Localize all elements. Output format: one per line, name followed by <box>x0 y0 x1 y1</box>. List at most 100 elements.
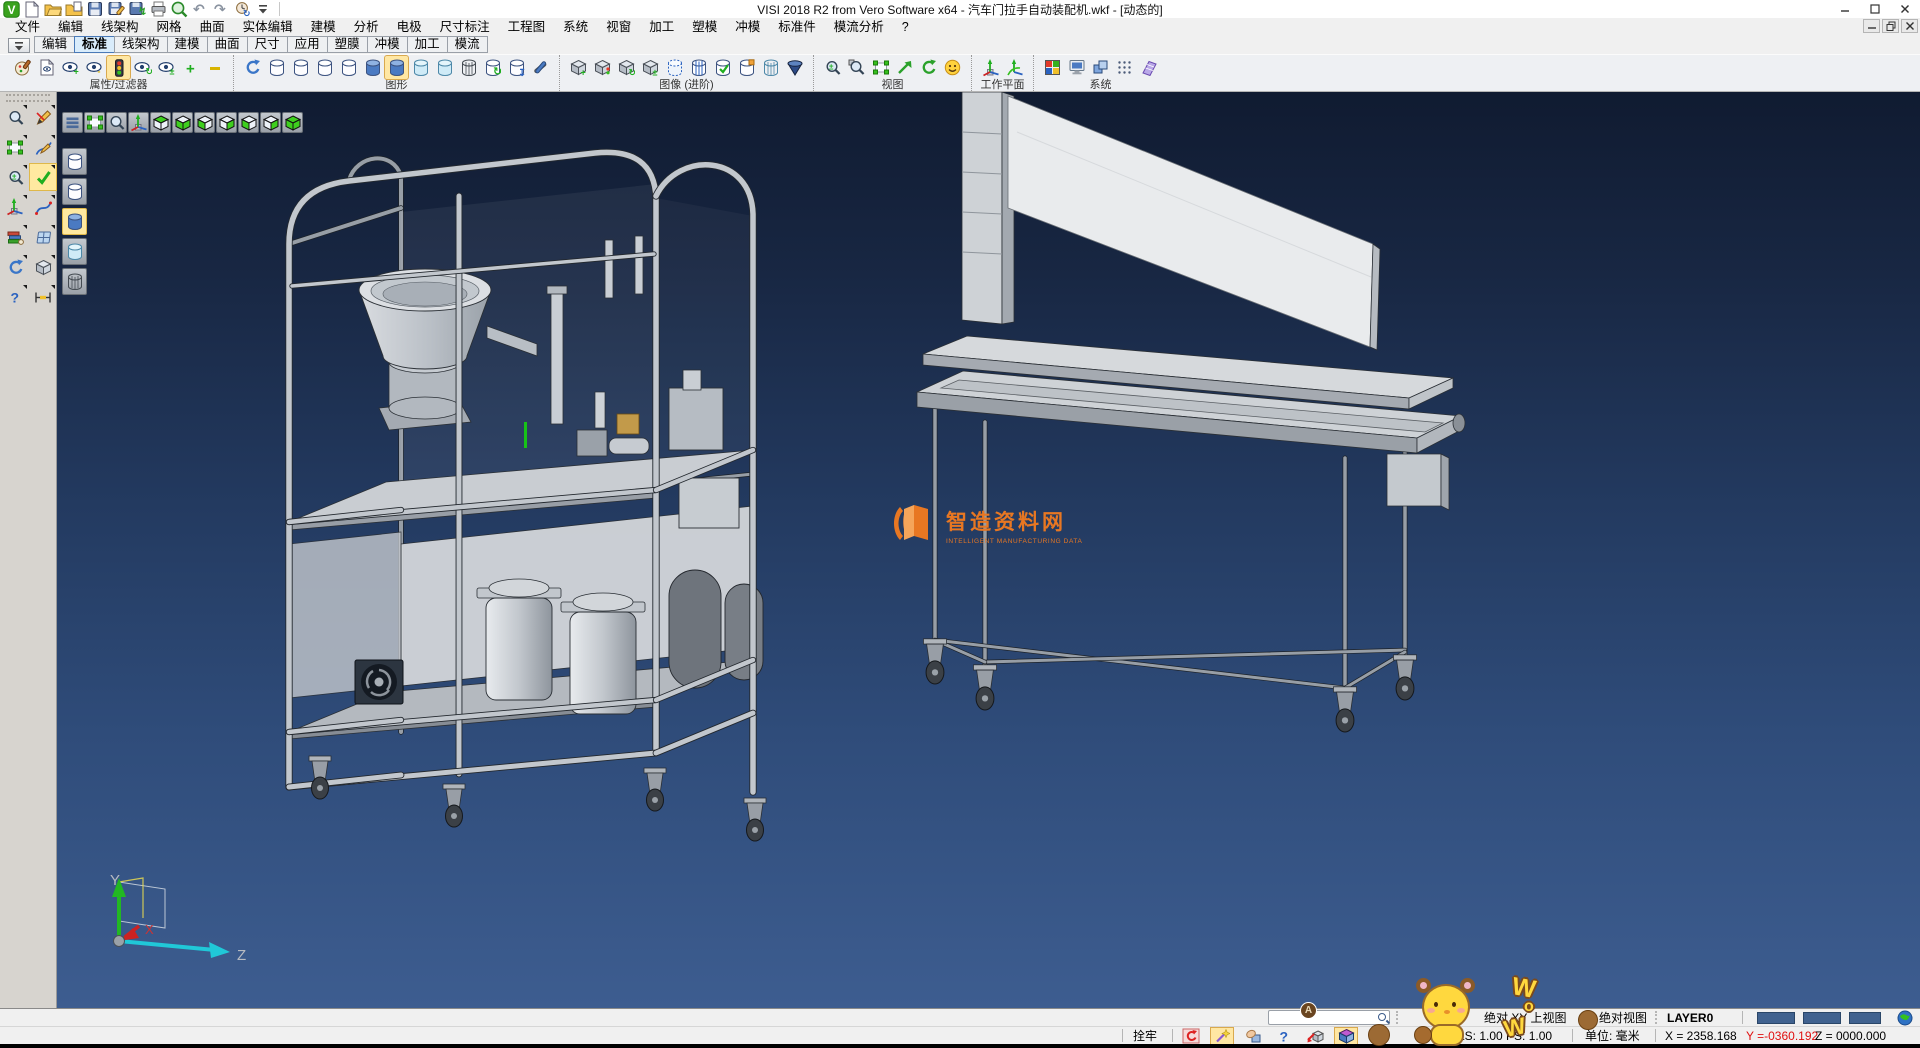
pan-arrow-icon[interactable] <box>893 56 916 79</box>
invert-visibility-icon[interactable]: ± <box>155 56 178 79</box>
menu-item[interactable]: ? <box>893 18 918 36</box>
render-filter-icon[interactable] <box>591 56 614 79</box>
toggle-render-icon[interactable]: ± <box>639 56 662 79</box>
validate-solid-icon[interactable] <box>711 56 734 79</box>
view-menu-icon[interactable] <box>62 112 83 133</box>
dynamic-zoom-icon[interactable] <box>106 112 127 133</box>
toolbar-tab-曲面[interactable]: 曲面 <box>207 36 248 53</box>
erase-icon[interactable] <box>30 104 56 130</box>
shaded-cube-icon[interactable] <box>1335 1028 1357 1044</box>
striped-view-icon[interactable] <box>687 56 710 79</box>
search-input[interactable] <box>1268 1010 1390 1025</box>
toolbar-tab-模流[interactable]: 模流 <box>447 36 488 53</box>
menu-item[interactable]: 分析 <box>345 18 388 36</box>
toolbar-tab-尺寸[interactable]: 尺寸 <box>247 36 288 53</box>
transparent-edges-view-icon[interactable] <box>433 56 456 79</box>
shaded-cube-icon[interactable] <box>30 254 56 280</box>
transparent-display-icon[interactable] <box>62 268 87 295</box>
view-right-icon[interactable] <box>216 112 237 133</box>
menu-item[interactable]: 系统 <box>554 18 597 36</box>
hidden-line-view-icon[interactable] <box>289 56 312 79</box>
toolbar-tab-建模[interactable]: 建模 <box>167 36 208 53</box>
wireframe-display-icon[interactable] <box>62 148 87 175</box>
toolbar-tab-线架构[interactable]: 线架构 <box>114 36 168 53</box>
menu-item[interactable]: 视窗 <box>597 18 640 36</box>
globe-icon[interactable] <box>1894 1010 1916 1026</box>
rotate-view-icon[interactable] <box>917 56 940 79</box>
context-help-icon[interactable]: ? <box>2 284 28 310</box>
assembly-cubes-icon[interactable] <box>1089 56 1112 79</box>
show-all-icon[interactable]: + <box>179 56 202 79</box>
attributes-page-icon[interactable] <box>35 56 58 79</box>
view-ref-label[interactable]: 绝对视图 <box>1599 1011 1647 1025</box>
color-swatch[interactable] <box>1757 1012 1795 1024</box>
import-solid-icon[interactable]: ↧ <box>505 56 528 79</box>
wireframe-image-icon[interactable] <box>759 56 782 79</box>
magic-wand-icon[interactable] <box>1211 1028 1233 1044</box>
workplane-edit-icon[interactable] <box>1003 56 1026 79</box>
dynamic-zoom-icon[interactable] <box>2 104 28 130</box>
arrow-cube-icon[interactable] <box>1304 1028 1326 1044</box>
regenerate-icon[interactable] <box>2 254 28 280</box>
regen-graphics-icon[interactable] <box>241 56 264 79</box>
layer-indicator[interactable]: LAYER0 <box>1667 1011 1713 1025</box>
zoom-inout-icon[interactable]: ± <box>821 56 844 79</box>
confirm-check-icon[interactable] <box>30 164 56 190</box>
ucs-axes-icon[interactable] <box>128 112 149 133</box>
hide-all-icon[interactable] <box>203 56 226 79</box>
sketch-pencil-icon[interactable] <box>30 134 56 160</box>
view-bottom-icon[interactable] <box>172 112 193 133</box>
add-render-icon[interactable]: + <box>567 56 590 79</box>
layer-plane-icon[interactable] <box>1137 56 1160 79</box>
lock-toggle[interactable]: 拴牢 <box>1133 1029 1157 1043</box>
transparent-view-icon[interactable] <box>409 56 432 79</box>
menu-item[interactable]: 实体编辑 <box>234 18 302 36</box>
mdi-restore-button[interactable] <box>1882 19 1899 33</box>
glove-icon[interactable] <box>1366 1028 1388 1044</box>
copy-image-icon[interactable] <box>735 56 758 79</box>
show-entities-icon[interactable]: + <box>59 56 82 79</box>
menu-item[interactable]: 电极 <box>388 18 431 36</box>
attributes-paint-icon[interactable] <box>11 56 34 79</box>
maximize-button[interactable] <box>1860 0 1890 18</box>
refresh-render-icon[interactable]: ↻ <box>615 56 638 79</box>
menu-item[interactable]: 工程图 <box>499 18 555 36</box>
menu-item[interactable]: 塑模 <box>683 18 726 36</box>
move-origin-icon[interactable] <box>2 194 28 220</box>
snap-grid-icon[interactable] <box>1113 56 1136 79</box>
toolbar-tab-冲模[interactable]: 冲模 <box>367 36 408 53</box>
hidden-dashed-view-icon[interactable] <box>313 56 336 79</box>
mesh-view-icon[interactable] <box>457 56 480 79</box>
sidebar-grip[interactable] <box>6 94 50 102</box>
toolbar-tab-加工[interactable]: 加工 <box>407 36 448 53</box>
menu-item[interactable]: 加工 <box>640 18 683 36</box>
help-question-icon[interactable]: ? <box>1273 1028 1295 1044</box>
minimize-button[interactable] <box>1830 0 1860 18</box>
view-back-icon[interactable] <box>260 112 281 133</box>
menu-item[interactable]: 文件 <box>6 18 49 36</box>
3d-scene-canvas[interactable]: Y Z X <box>57 92 1920 1008</box>
selection-filter-icon[interactable] <box>107 56 130 79</box>
toolbar-options-caret[interactable] <box>8 38 30 53</box>
toolbar-tab-应用[interactable]: 应用 <box>287 36 328 53</box>
refresh-visibility-icon[interactable]: ↻ <box>131 56 154 79</box>
toolbar-tab-编辑[interactable]: 编辑 <box>34 36 75 53</box>
workplane-axes-icon[interactable] <box>979 56 1002 79</box>
color-palette-grid-icon[interactable] <box>1041 56 1064 79</box>
menu-item[interactable]: 编辑 <box>49 18 92 36</box>
wireframe-view-icon[interactable] <box>265 56 288 79</box>
fit-view-icon[interactable] <box>2 134 28 160</box>
menu-item[interactable]: 冲模 <box>726 18 769 36</box>
view-left-icon[interactable] <box>238 112 259 133</box>
menu-item[interactable]: 建模 <box>302 18 345 36</box>
funnel-icon[interactable] <box>783 56 806 79</box>
pane-window-icon[interactable] <box>30 224 56 250</box>
flat-view-icon[interactable] <box>337 56 360 79</box>
hand-select-icon[interactable] <box>1242 1028 1264 1044</box>
shaded-edges-view-icon[interactable] <box>385 56 408 79</box>
refresh-red-icon[interactable] <box>1180 1028 1202 1044</box>
zoom-selected-icon[interactable] <box>845 56 868 79</box>
hidden-line-display-icon[interactable] <box>62 178 87 205</box>
measure-distance-icon[interactable] <box>30 284 56 310</box>
toolbar-tab-塑膜[interactable]: 塑膜 <box>327 36 368 53</box>
